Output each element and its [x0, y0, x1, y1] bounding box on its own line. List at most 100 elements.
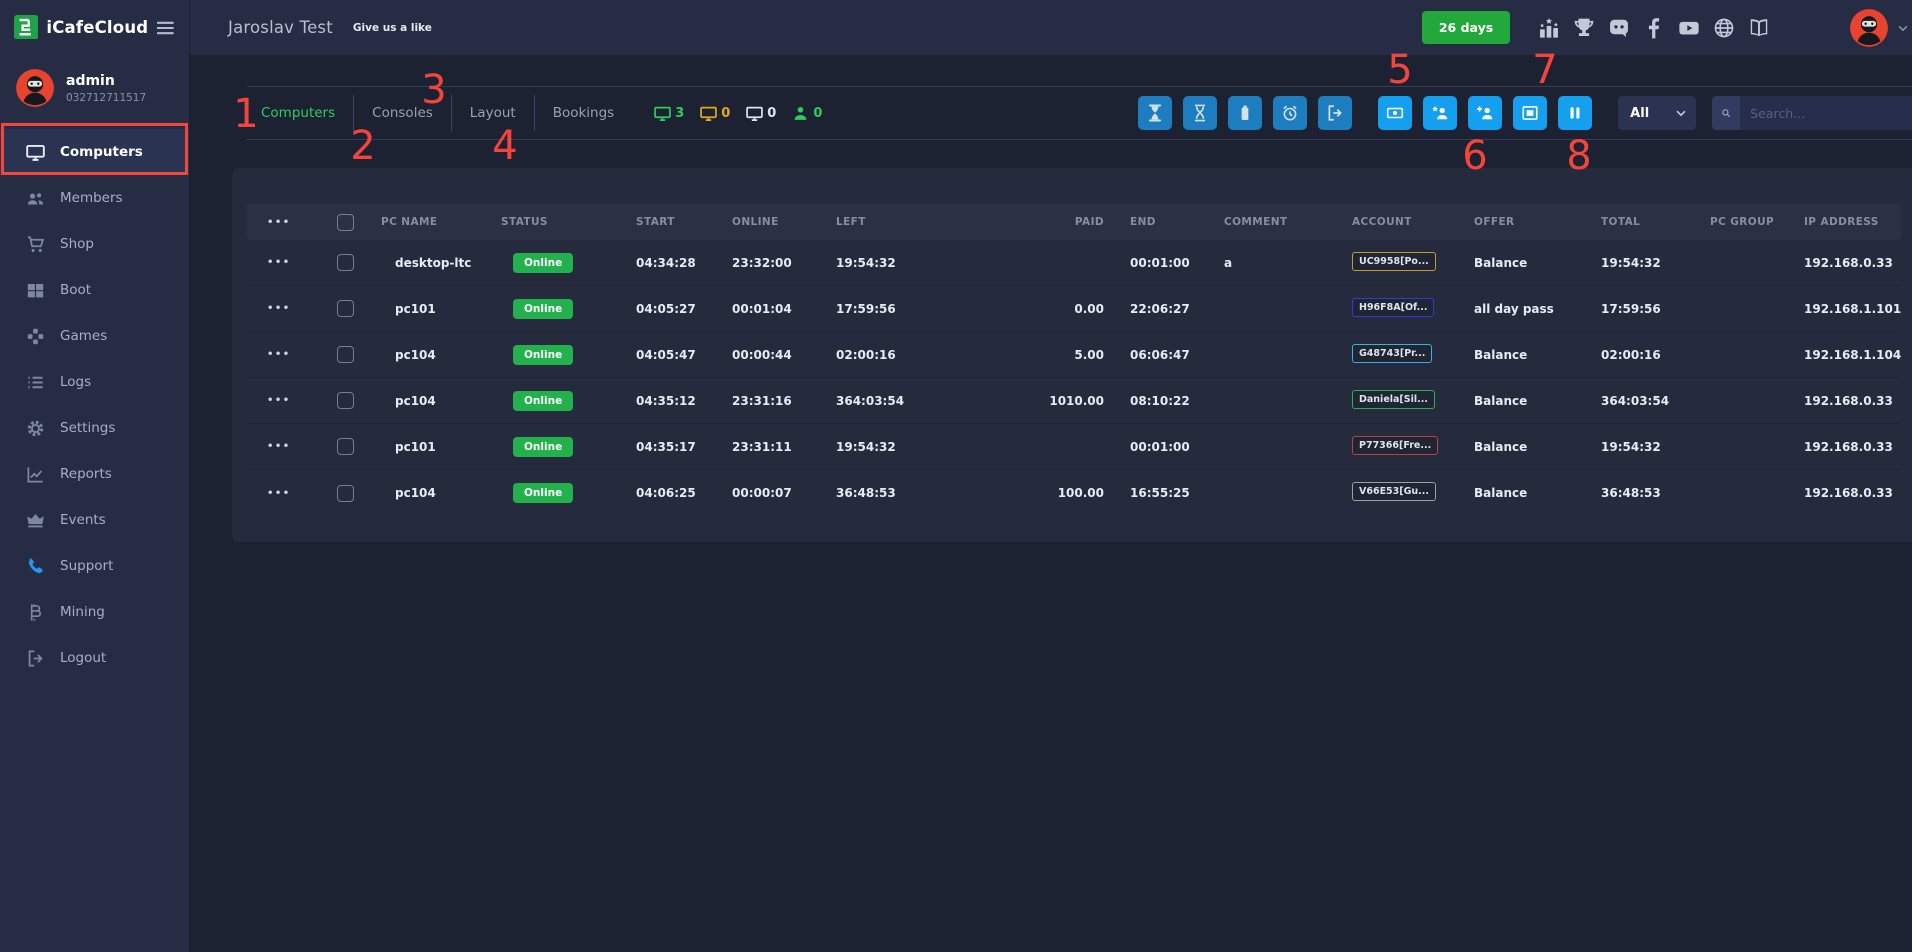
sidebar-item-members[interactable]: Members — [0, 175, 189, 221]
user-name: admin — [66, 73, 146, 89]
cell-ip: 192.168.1.101 — [1804, 302, 1901, 316]
counter-monitor: 0 — [746, 105, 776, 122]
trophy-icon[interactable] — [1573, 17, 1595, 39]
status-badge: Online — [513, 253, 573, 273]
select-all-checkbox[interactable] — [337, 214, 354, 231]
cell-status: Online — [501, 437, 636, 457]
sidebar-item-boot[interactable]: Boot — [0, 267, 189, 313]
column-header-account: ACCOUNT — [1352, 216, 1474, 228]
sidebar-item-label: Reports — [60, 466, 112, 482]
filter-select[interactable]: All — [1618, 96, 1696, 130]
row-actions-icon[interactable]: ••• — [247, 441, 325, 452]
account-badge[interactable]: Daniela[Sil... — [1352, 390, 1435, 409]
sidebar-item-events[interactable]: Events — [0, 497, 189, 543]
hourglass-button[interactable] — [1183, 96, 1217, 130]
trial-days-button[interactable]: 26 days — [1422, 11, 1510, 44]
sidebar-item-support[interactable]: Support — [0, 543, 189, 589]
sidebar-item-logs[interactable]: Logs — [0, 359, 189, 405]
sidebar-item-settings[interactable]: Settings — [0, 405, 189, 451]
signout-button[interactable] — [1318, 96, 1352, 130]
give-us-a-like-link[interactable]: Give us a like — [353, 22, 432, 34]
sidebar-item-shop[interactable]: Shop — [0, 221, 189, 267]
hourglass-fill-button[interactable] — [1138, 96, 1172, 130]
search-input[interactable] — [1740, 96, 1912, 130]
row-actions-icon[interactable]: ••• — [247, 257, 325, 268]
account-badge[interactable]: V66E53[Gu... — [1352, 482, 1436, 501]
signout-icon — [1326, 104, 1344, 122]
column-header-pc-name: PC NAME — [381, 216, 501, 228]
row-actions-icon[interactable]: ••• — [247, 303, 325, 314]
cash-button[interactable] — [1378, 96, 1412, 130]
podium-icon[interactable] — [1538, 17, 1560, 39]
cell-account: UC9958[Po... — [1352, 252, 1474, 274]
status-badge: Online — [513, 345, 573, 365]
account-badge[interactable]: P77366[Fre... — [1352, 436, 1438, 455]
cell-end: 08:10:22 — [1130, 394, 1224, 408]
profile-avatar[interactable] — [1850, 9, 1888, 47]
row-checkbox[interactable] — [337, 392, 354, 409]
battery-button[interactable] — [1228, 96, 1262, 130]
cell-left: 19:54:32 — [836, 440, 1008, 454]
cell-account: Daniela[Sil... — [1352, 390, 1474, 412]
tab-consoles[interactable]: Consoles — [354, 105, 451, 121]
discord-icon[interactable] — [1608, 17, 1630, 39]
row-actions-icon[interactable]: ••• — [247, 349, 325, 360]
sidebar-item-computers[interactable]: Computers — [0, 129, 189, 175]
cell-paid: 5.00 — [1008, 348, 1130, 362]
sidebar-item-label: Games — [60, 328, 107, 344]
logout-icon — [26, 649, 45, 668]
list-icon — [26, 373, 45, 392]
hourglass-fill-icon — [1146, 104, 1164, 122]
sidebar-item-logout[interactable]: Logout — [0, 635, 189, 681]
cell-ip: 192.168.1.104 — [1804, 348, 1901, 362]
tab-layout[interactable]: Layout — [452, 105, 534, 121]
monitor-icon — [654, 105, 671, 122]
user-star-icon — [1431, 104, 1449, 122]
book-icon[interactable] — [1748, 17, 1770, 39]
facebook-icon[interactable] — [1643, 17, 1665, 39]
cell-start: 04:06:25 — [636, 486, 732, 500]
counter-value: 0 — [721, 106, 730, 121]
header-actions-icon[interactable]: ••• — [247, 217, 325, 228]
pause-icon — [1566, 104, 1584, 122]
row-checkbox[interactable] — [337, 300, 354, 317]
cell-online: 00:00:44 — [732, 348, 836, 362]
row-checkbox[interactable] — [337, 438, 354, 455]
sidebar: iCafeCloud admin 032712711517 ComputersM… — [0, 0, 190, 952]
row-checkbox[interactable] — [337, 485, 354, 502]
table-row: •••pc101Online04:05:2700:01:0417:59:560.… — [247, 286, 1901, 332]
users-icon — [26, 189, 45, 208]
screen-button[interactable] — [1513, 96, 1547, 130]
battery-icon — [1236, 104, 1254, 122]
sidebar-item-label: Shop — [60, 236, 94, 252]
cell-start: 04:35:17 — [636, 440, 732, 454]
alarm-button[interactable] — [1273, 96, 1307, 130]
globe-icon[interactable] — [1713, 17, 1735, 39]
account-badge[interactable]: G48743[Pr... — [1352, 344, 1432, 363]
cell-left: 17:59:56 — [836, 302, 1008, 316]
menu-toggle-icon[interactable] — [156, 20, 175, 36]
account-badge[interactable]: UC9958[Po... — [1352, 252, 1436, 271]
pause-button[interactable] — [1558, 96, 1592, 130]
row-checkbox[interactable] — [337, 254, 354, 271]
tab-computers[interactable]: Computers — [247, 105, 353, 121]
row-actions-icon[interactable]: ••• — [247, 395, 325, 406]
sidebar-item-reports[interactable]: Reports — [0, 451, 189, 497]
row-actions-icon[interactable]: ••• — [247, 488, 325, 499]
profile-chevron-down-icon[interactable] — [1896, 21, 1910, 35]
account-badge[interactable]: H96F8A[Of... — [1352, 298, 1434, 317]
row-checkbox[interactable] — [337, 346, 354, 363]
tab-bookings[interactable]: Bookings — [535, 105, 633, 121]
sidebar-item-games[interactable]: Games — [0, 313, 189, 359]
status-counters: 3000 — [654, 105, 822, 122]
user-plus-icon — [1476, 104, 1494, 122]
user-star-button[interactable] — [1423, 96, 1457, 130]
cell-ip: 192.168.0.33 — [1804, 394, 1901, 408]
cell-start: 04:05:47 — [636, 348, 732, 362]
status-badge: Online — [513, 437, 573, 457]
user-plus-button[interactable] — [1468, 96, 1502, 130]
sidebar-item-mining[interactable]: Mining — [0, 589, 189, 635]
brand-logo-icon — [14, 15, 38, 41]
cell-left: 364:03:54 — [836, 394, 1008, 408]
youtube-icon[interactable] — [1678, 17, 1700, 39]
